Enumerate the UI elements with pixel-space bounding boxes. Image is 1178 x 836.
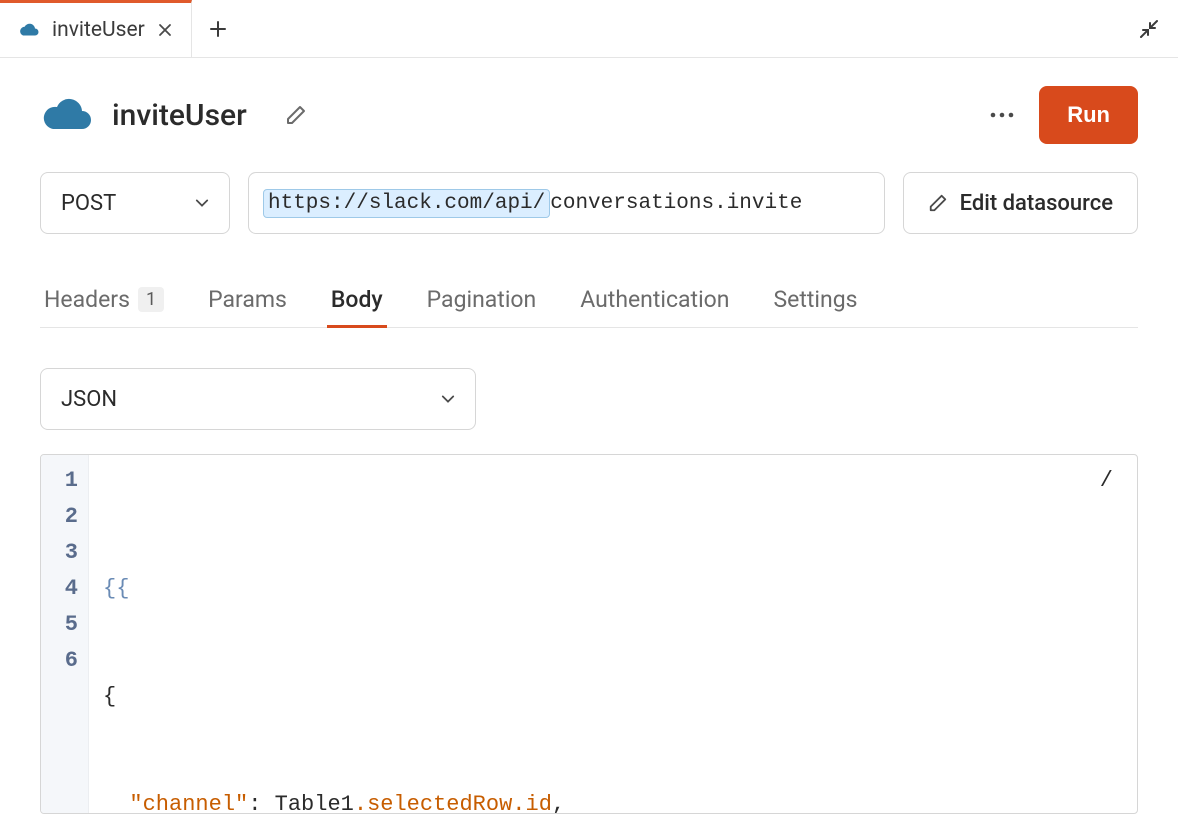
tab-group: inviteUser	[0, 0, 238, 57]
code-body[interactable]: / {{ { "channel": Table1.selectedRow.id,…	[89, 455, 1137, 813]
url-base-chip: https://slack.com/api/	[263, 189, 550, 218]
shortcut-hint: /	[1100, 463, 1113, 499]
chevron-down-icon	[441, 392, 455, 406]
tab-label: Params	[208, 286, 287, 313]
pencil-icon[interactable]	[285, 104, 307, 126]
line-number: 3	[51, 535, 78, 571]
edit-datasource-button[interactable]: Edit datasource	[903, 172, 1138, 234]
code-line: {	[103, 679, 1123, 715]
add-tab-button[interactable]	[198, 0, 238, 57]
body-code-editor[interactable]: 1 2 3 4 5 6 / {{ { "channel": Table1.sel…	[40, 454, 1138, 814]
code-line: {{	[103, 571, 1123, 607]
line-number: 4	[51, 571, 78, 607]
line-number: 1	[51, 463, 78, 499]
tab-label: Authentication	[580, 286, 729, 313]
tab-settings[interactable]: Settings	[770, 274, 862, 328]
line-number: 6	[51, 643, 78, 679]
body-type-select[interactable]: JSON	[40, 368, 476, 430]
url-input[interactable]: https://slack.com/api/conversations.invi…	[248, 172, 885, 234]
code-line: "channel": Table1.selectedRow.id,	[103, 787, 1123, 814]
tab-label: inviteUser	[52, 18, 145, 42]
edit-datasource-label: Edit datasource	[960, 191, 1113, 216]
request-row: POST https://slack.com/api/conversations…	[40, 172, 1138, 234]
tab-inviteuser[interactable]: inviteUser	[0, 0, 192, 57]
cloud-icon	[40, 95, 94, 135]
line-number: 2	[51, 499, 78, 535]
code-gutter: 1 2 3 4 5 6	[41, 455, 89, 813]
tab-authentication[interactable]: Authentication	[576, 274, 733, 328]
title-row: inviteUser Run	[40, 86, 1138, 144]
body-type-value: JSON	[61, 387, 117, 412]
tab-pagination[interactable]: Pagination	[423, 274, 541, 328]
title-right: Run	[989, 86, 1138, 144]
title-left: inviteUser	[40, 95, 307, 135]
tab-label: Pagination	[427, 286, 537, 313]
line-number: 5	[51, 607, 78, 643]
tab-label: Body	[331, 286, 383, 313]
url-path: conversations.invite	[550, 192, 802, 215]
more-menu-icon[interactable]	[989, 111, 1015, 119]
tab-headers[interactable]: Headers 1	[40, 274, 168, 328]
pencil-icon	[928, 193, 948, 213]
tab-params[interactable]: Params	[204, 274, 291, 328]
chevron-down-icon	[195, 196, 209, 210]
subtabs: Headers 1 Params Body Pagination Authent…	[40, 274, 1138, 328]
tab-body[interactable]: Body	[327, 274, 387, 328]
tab-strip: inviteUser	[0, 0, 1178, 58]
collapse-panel-icon[interactable]	[1134, 14, 1164, 44]
http-method-select[interactable]: POST	[40, 172, 230, 234]
body-type-row: JSON	[40, 368, 1138, 430]
cloud-icon	[18, 22, 40, 38]
close-icon[interactable]	[157, 22, 173, 38]
tab-label: Settings	[774, 286, 858, 313]
run-button[interactable]: Run	[1039, 86, 1138, 144]
headers-count-badge: 1	[138, 287, 164, 312]
http-method-value: POST	[61, 191, 116, 216]
tab-label: Headers	[44, 286, 130, 313]
page-title: inviteUser	[112, 98, 247, 133]
main-panel: inviteUser Run POST https://slack.com/ap…	[0, 58, 1178, 814]
